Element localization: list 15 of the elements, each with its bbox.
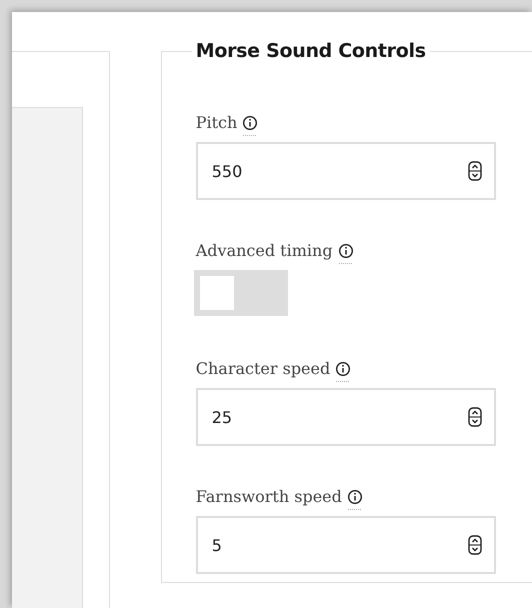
info-icon[interactable] xyxy=(335,361,352,383)
info-icon[interactable] xyxy=(242,115,258,137)
spinner-icon[interactable] xyxy=(468,535,482,555)
field-label: Farnsworth speed xyxy=(196,486,342,508)
number-field[interactable]: 25 xyxy=(196,388,496,446)
field-label: Pitch xyxy=(196,112,238,134)
spinner-icon[interactable] xyxy=(468,407,482,427)
info-icon[interactable] xyxy=(338,243,354,265)
number-field[interactable]: 5 xyxy=(196,516,496,574)
spinner-icon[interactable] xyxy=(468,161,482,181)
toggle-switch[interactable] xyxy=(194,270,288,316)
info-icon[interactable] xyxy=(346,489,363,511)
field-label: Advanced timing xyxy=(196,240,333,262)
number-field[interactable]: 550 xyxy=(196,142,496,200)
field-label: Character speed xyxy=(196,358,330,380)
